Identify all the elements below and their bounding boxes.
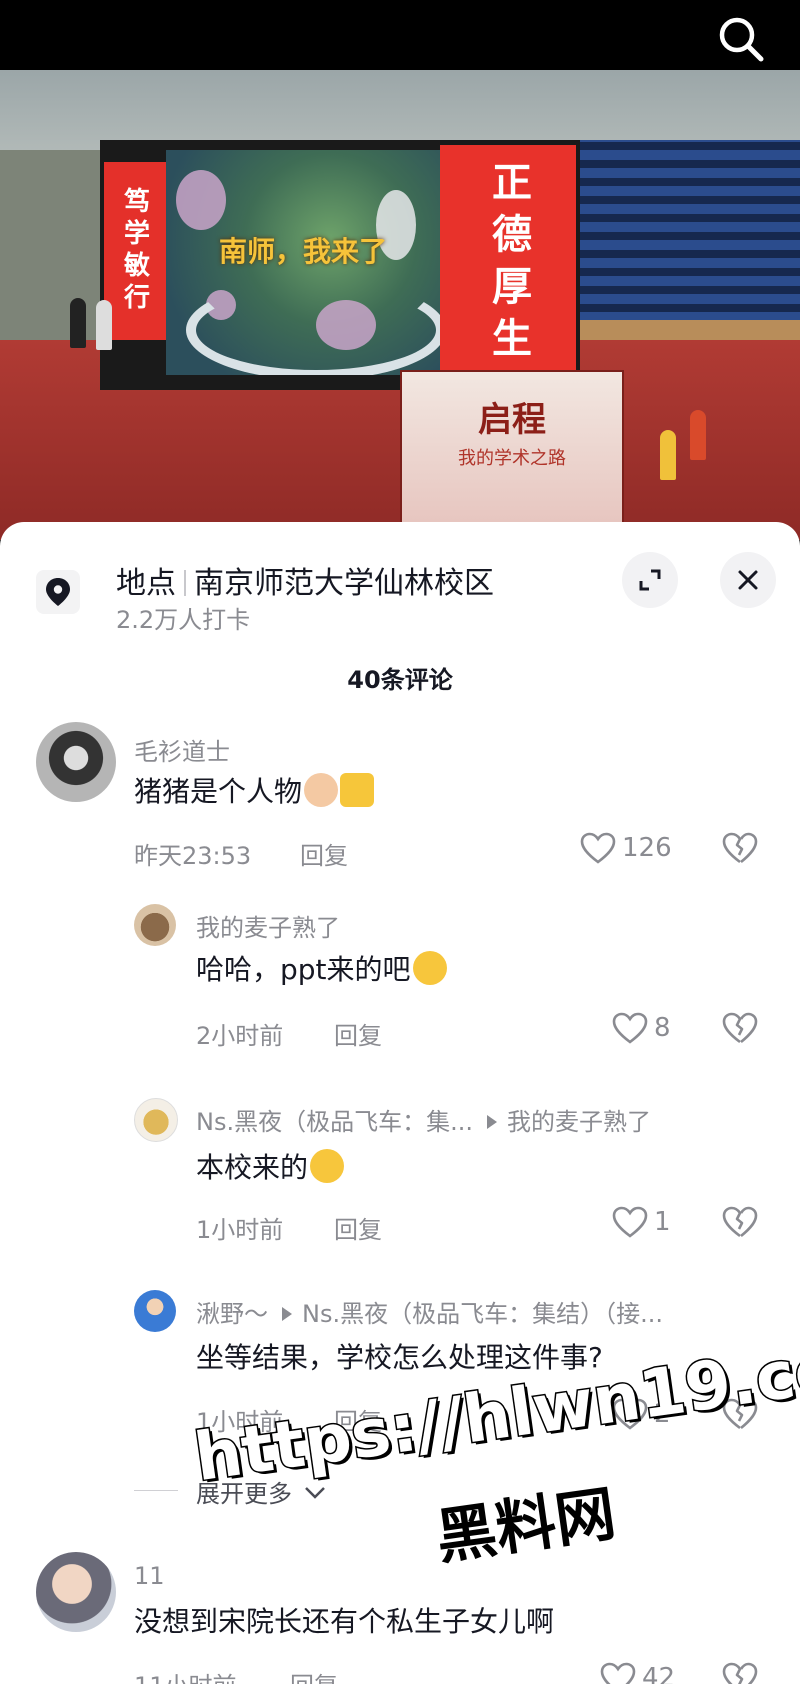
person-figure	[660, 430, 676, 480]
comment-body: 本校来的	[196, 1151, 309, 1184]
comment-author[interactable]: 我的麦子熟了	[196, 908, 340, 943]
reply-arrow-icon	[486, 1115, 497, 1129]
person-figure	[96, 300, 112, 350]
heart-icon	[600, 1662, 636, 1684]
author-name: 湫野～	[196, 1300, 268, 1328]
broken-heart-icon	[722, 1012, 758, 1044]
location-name: 南京师范大学仙林校区	[194, 566, 494, 601]
person-figure	[70, 298, 86, 348]
person-figure	[690, 410, 706, 460]
expand-icon	[639, 569, 661, 591]
reply-button[interactable]: 回复	[334, 1016, 382, 1051]
heart-icon	[612, 1206, 648, 1238]
heart-icon	[612, 1398, 648, 1430]
comments-sheet: 地点 南京师范大学仙林校区 2.2万人打卡 40条评论 毛衫道士 猪猪是个人物 昨…	[0, 522, 800, 1684]
avatar[interactable]	[36, 1552, 116, 1632]
location-title[interactable]: 地点 南京师范大学仙林校区	[116, 558, 494, 602]
top-bar	[0, 0, 800, 70]
like-count: 42	[642, 1663, 676, 1684]
like-count: 8	[654, 1013, 671, 1043]
reply-button[interactable]: 回复	[300, 836, 348, 871]
poster-subtitle: 我的学术之路	[458, 448, 566, 469]
screen-slogan: 南师，我来了	[218, 235, 387, 268]
expand-button[interactable]	[622, 552, 678, 608]
location-pin-icon	[36, 570, 80, 614]
like-button[interactable]: 126	[580, 832, 672, 864]
expand-more-button[interactable]: 展开更多	[196, 1474, 326, 1509]
shocked-cat-emoji-icon	[304, 773, 339, 807]
screen-campus-image: 南师，我来了	[166, 150, 440, 375]
location-label: 地点	[116, 566, 176, 601]
comment-text[interactable]: 坐等结果，学校怎么处理这件事?	[196, 1336, 603, 1376]
reply-button[interactable]: 回复	[334, 1210, 382, 1245]
laughing-tears-emoji-icon	[412, 951, 447, 985]
dislike-button[interactable]	[722, 1398, 758, 1434]
heart-icon	[580, 832, 616, 864]
comment-time: 昨天23:53	[134, 842, 252, 870]
comment-time: 1小时前	[196, 1216, 284, 1244]
chevron-down-icon	[304, 1487, 325, 1499]
divider	[134, 1490, 178, 1491]
avatar[interactable]	[36, 722, 116, 802]
like-button[interactable]: 1	[612, 1206, 671, 1238]
comment-body: 哈哈，ppt来的吧	[196, 953, 411, 986]
video-player[interactable]: 笃学敏行 南师，我来了 正德厚生 启程 我的学术之路	[0, 0, 800, 540]
stadium-seats	[580, 140, 800, 340]
screen-banner-right: 正德厚生	[440, 145, 576, 385]
like-button[interactable]: 8	[612, 1012, 671, 1044]
close-icon	[738, 570, 758, 590]
expand-more-label: 展开更多	[196, 1480, 292, 1508]
like-button[interactable]: 2	[612, 1398, 671, 1430]
reply-button[interactable]: 回复	[334, 1402, 382, 1437]
laughing-tears-emoji-icon	[310, 1149, 345, 1183]
comment-text[interactable]: 猪猪是个人物	[134, 770, 375, 810]
dislike-button[interactable]	[722, 1012, 758, 1048]
dislike-button[interactable]	[722, 832, 758, 868]
checkin-count: 2.2万人打卡	[116, 606, 251, 634]
comment-author[interactable]: 11	[134, 1562, 165, 1590]
comment-text[interactable]: 哈哈，ppt来的吧	[196, 948, 447, 988]
heart-icon	[612, 1012, 648, 1044]
search-icon[interactable]	[716, 14, 766, 64]
broken-heart-icon	[722, 1398, 758, 1430]
poster-title: 启程	[478, 400, 546, 440]
avatar[interactable]	[134, 1290, 176, 1332]
comments-count-title: 40条评论	[347, 666, 453, 694]
comment-time: 2小时前	[196, 1022, 284, 1050]
like-count: 2	[654, 1399, 671, 1429]
comment-body: 猪猪是个人物	[134, 775, 303, 808]
comment-text[interactable]: 没想到宋院长还有个私生子女儿啊	[134, 1600, 554, 1640]
reply-arrow-icon	[282, 1307, 292, 1321]
broken-heart-icon	[722, 832, 758, 864]
like-button[interactable]: 42	[600, 1662, 675, 1684]
author-name: Ns.黑夜（极品飞车：集...	[196, 1108, 473, 1136]
like-count: 126	[622, 833, 672, 863]
comment-author[interactable]: 毛衫道士	[134, 732, 230, 767]
reply-target: Ns.黑夜（极品飞车：集结）（接...	[302, 1300, 663, 1328]
dislike-button[interactable]	[722, 1662, 758, 1684]
reply-button[interactable]: 回复	[290, 1666, 338, 1684]
thumbs-up-emoji-icon	[340, 773, 375, 807]
like-count: 1	[654, 1207, 671, 1237]
reply-target: 我的麦子熟了	[506, 1108, 651, 1136]
comment-time: 11小时前	[134, 1666, 237, 1684]
event-poster: 启程 我的学术之路	[400, 370, 624, 524]
comment-text[interactable]: 本校来的	[196, 1146, 345, 1186]
close-button[interactable]	[720, 552, 776, 608]
dislike-button[interactable]	[722, 1206, 758, 1242]
comment-author[interactable]: Ns.黑夜（极品飞车：集... 我的麦子熟了	[196, 1102, 651, 1137]
comment-author[interactable]: 湫野～ Ns.黑夜（极品飞车：集结）（接...	[196, 1294, 663, 1329]
avatar[interactable]	[134, 1098, 178, 1142]
broken-heart-icon	[722, 1662, 758, 1684]
broken-heart-icon	[722, 1206, 758, 1238]
divider	[184, 570, 186, 596]
comment-time: 1小时前	[196, 1408, 284, 1436]
screen-banner-left: 笃学敏行	[104, 162, 166, 340]
avatar[interactable]	[134, 904, 176, 946]
